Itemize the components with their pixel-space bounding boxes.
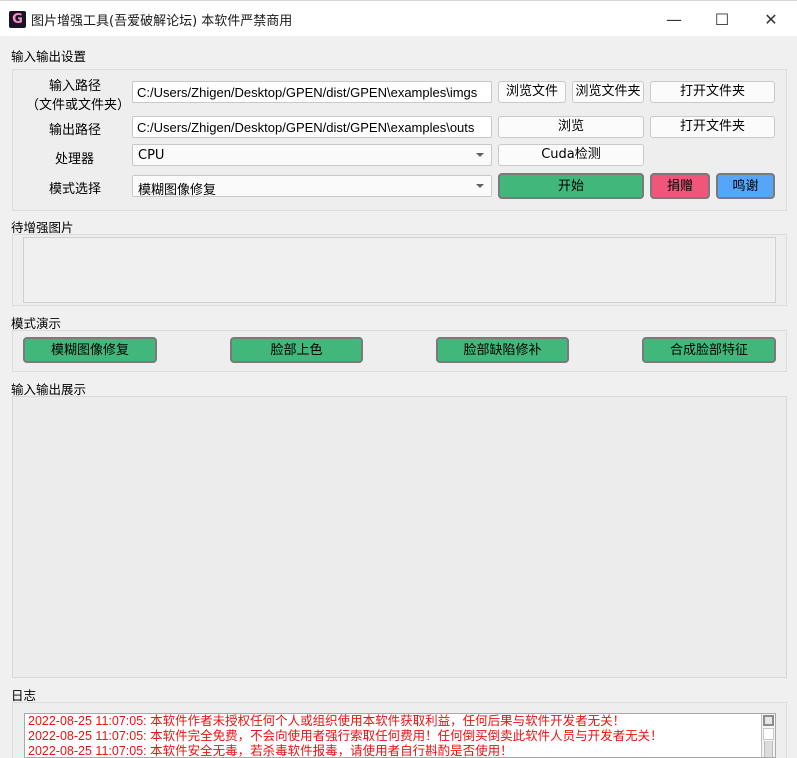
output-path-label: 输出路径 (49, 123, 102, 138)
close-icon: ✕ (764, 9, 778, 29)
minimize-button[interactable]: — (651, 1, 697, 37)
log-line: 2022-08-25 11:07:05: 本软件完全免费，不会向使用者强行索取任… (28, 729, 663, 743)
log-line: 2022-08-25 11:07:05: 本软件安全无毒，若杀毒软件报毒，请使用… (28, 744, 513, 758)
processor-selected-value: CPU (138, 148, 165, 163)
maximize-button[interactable]: ☐ (699, 1, 745, 37)
browse-file-button[interactable]: 浏览文件 (498, 81, 566, 103)
thanks-button[interactable]: 鸣谢 (716, 173, 775, 199)
demo-face-colorize-button[interactable]: 脸部上色 (230, 337, 363, 363)
start-button[interactable]: 开始 (498, 173, 644, 199)
scroll-thumb[interactable] (763, 728, 774, 740)
input-path-field[interactable]: C:/Users/Zhigen/Desktop/GPEN/dist/GPEN\e… (132, 81, 492, 103)
donate-button[interactable]: 捐赠 (650, 173, 710, 199)
io-settings-label: 输入输出设置 (11, 49, 87, 64)
mode-select[interactable]: 模糊图像修复 (132, 175, 492, 198)
scroll-track[interactable] (764, 741, 773, 757)
input-path-sublabel: （文件或文件夹） (26, 98, 131, 113)
app-logo-icon: G (9, 11, 26, 28)
log-textbox[interactable]: 2022-08-25 11:07:05: 本软件作者未授权任何个人或组织使用本软… (24, 713, 776, 758)
browse-output-button[interactable]: 浏览 (498, 116, 644, 138)
window-title: 图片增强工具(吾爱破解论坛) 本软件严禁商用 (31, 14, 293, 29)
mode-label: 模式选择 (49, 182, 102, 197)
processor-label: 处理器 (55, 152, 95, 167)
minimize-icon: — (666, 9, 682, 29)
open-input-folder-button[interactable]: 打开文件夹 (650, 81, 775, 103)
chevron-down-icon (476, 184, 484, 188)
maximize-icon: ☐ (714, 9, 730, 29)
processor-select[interactable]: CPU (132, 144, 492, 166)
cuda-check-button[interactable]: Cuda检测 (498, 144, 644, 166)
browse-folder-button[interactable]: 浏览文件夹 (572, 81, 644, 103)
pending-images-list[interactable] (23, 237, 776, 303)
scroll-up-icon[interactable] (763, 715, 774, 726)
input-path-label: 输入路径 (49, 79, 102, 94)
log-scrollbar[interactable] (761, 714, 775, 757)
open-output-folder-button[interactable]: 打开文件夹 (650, 116, 775, 138)
demo-blur-repair-button[interactable]: 模糊图像修复 (23, 337, 157, 363)
title-bar: G 图片增强工具(吾爱破解论坛) 本软件严禁商用 — ☐ ✕ (0, 0, 797, 36)
demo-face-inpaint-button[interactable]: 脸部缺陷修补 (436, 337, 569, 363)
demo-face-synthesis-button[interactable]: 合成脸部特征 (642, 337, 776, 363)
output-path-field[interactable]: C:/Users/Zhigen/Desktop/GPEN/dist/GPEN\e… (132, 116, 492, 138)
log-line: 2022-08-25 11:07:05: 本软件作者未授权任何个人或组织使用本软… (28, 714, 626, 728)
close-button[interactable]: ✕ (748, 1, 794, 37)
chevron-down-icon (476, 153, 484, 157)
mode-selected-value: 模糊图像修复 (138, 183, 217, 198)
io-display-area (12, 396, 787, 678)
